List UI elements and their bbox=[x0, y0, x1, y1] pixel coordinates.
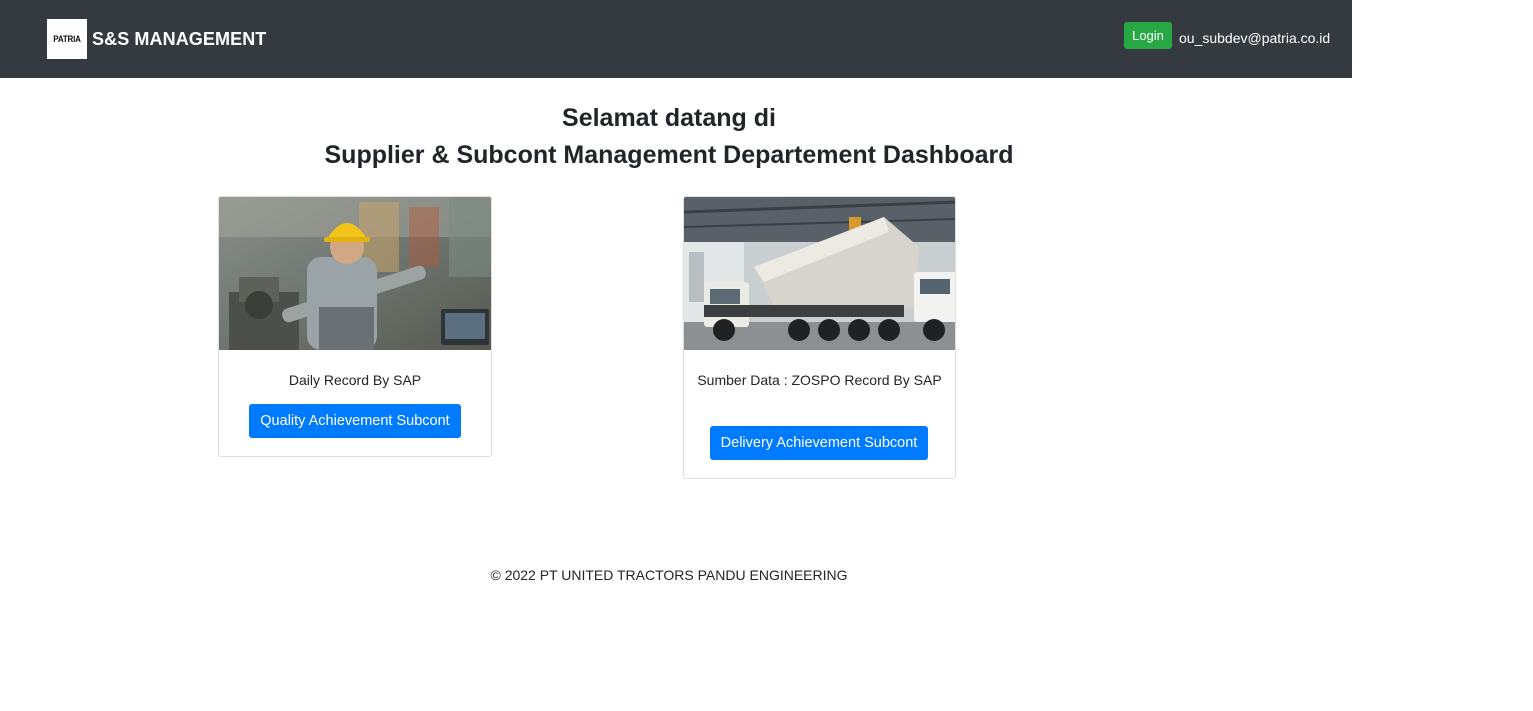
patria-logo: PATRIA bbox=[47, 19, 87, 59]
welcome-line-1: Selamat datang di bbox=[562, 104, 776, 132]
welcome-heading: Selamat datang di Supplier & Subcont Man… bbox=[0, 100, 1338, 174]
brand-title[interactable]: S&S MANAGEMENT bbox=[92, 29, 266, 50]
brand[interactable]: PATRIA S&S MANAGEMENT bbox=[47, 19, 266, 59]
dump-truck-photo bbox=[684, 197, 955, 350]
quality-achievement-button[interactable]: Quality Achievement Subcont bbox=[249, 404, 461, 438]
card-delivery-text: Sumber Data : ZOSPO Record By SAP bbox=[697, 372, 942, 388]
user-email: ou_subdev@patria.co.id bbox=[1179, 30, 1331, 46]
card-quality-text: Daily Record By SAP bbox=[288, 372, 422, 388]
welcome-line-2: Supplier & Subcont Management Departemen… bbox=[324, 141, 1014, 169]
delivery-achievement-button[interactable]: Delivery Achievement Subcont bbox=[710, 426, 928, 460]
worker-photo bbox=[219, 197, 491, 350]
login-button[interactable]: Login bbox=[1124, 22, 1172, 49]
card-delivery: Sumber Data : ZOSPO Record By SAP Delive… bbox=[683, 196, 956, 479]
logo-text: PATRIA bbox=[53, 34, 81, 44]
top-navbar: PATRIA S&S MANAGEMENT Login ou_subdev@pa… bbox=[0, 0, 1352, 78]
card-quality: Daily Record By SAP Quality Achievement … bbox=[218, 196, 492, 457]
footer-copyright: © 2022 PT UNITED TRACTORS PANDU ENGINEER… bbox=[490, 567, 848, 583]
